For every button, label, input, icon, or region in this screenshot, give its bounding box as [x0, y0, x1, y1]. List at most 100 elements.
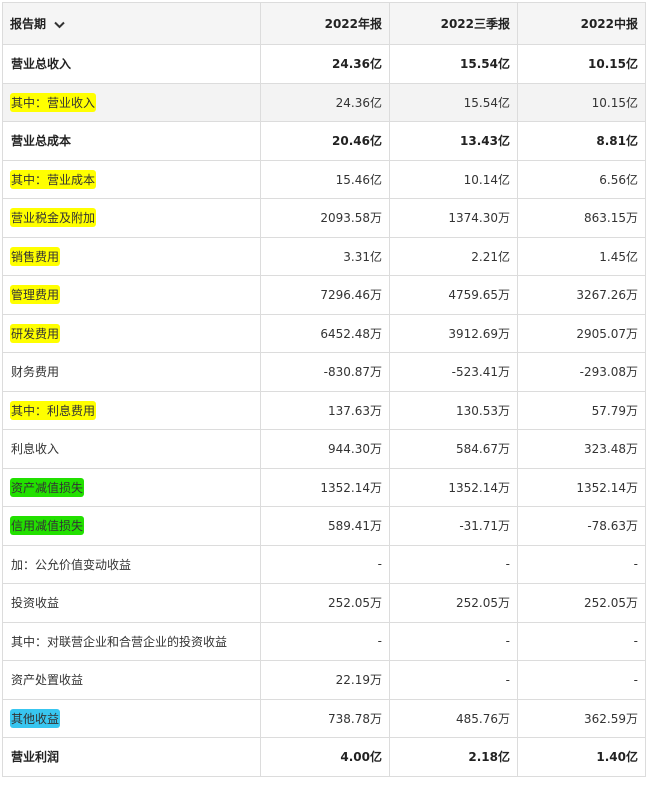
- table-row: 投资收益 252.05万 252.05万 252.05万: [2, 583, 646, 623]
- table-row: 信用减值损失 589.41万 -31.71万 -78.63万: [2, 506, 646, 546]
- value-cell: 6.56亿: [517, 159, 646, 199]
- value-cell: 22.19万: [260, 660, 390, 700]
- value-cell: 13.43亿: [389, 121, 518, 161]
- row-label: 管理费用: [10, 285, 61, 305]
- row-label-cell: 投资收益: [2, 583, 261, 623]
- value-cell: 584.67万: [389, 429, 518, 469]
- table-row: 其中：营业收入 24.36亿 15.54亿 10.15亿: [2, 82, 646, 122]
- row-label-cell: 营业利润: [2, 737, 261, 777]
- table-header-row: 报告期 2022年报 2022三季报 2022中报: [2, 2, 646, 45]
- row-label: 营业税金及附加: [10, 208, 97, 228]
- value-cell: 863.15万: [517, 198, 646, 238]
- value-cell: 15.46亿: [260, 159, 390, 199]
- row-label-cell: 营业总成本: [2, 121, 261, 161]
- period-label: 报告期: [10, 17, 47, 31]
- row-label: 营业总成本: [11, 134, 72, 149]
- column-header-2022-interim[interactable]: 2022中报: [517, 2, 646, 45]
- value-cell: 3267.26万: [517, 275, 646, 315]
- row-label: 信用减值损失: [10, 516, 85, 536]
- table-row: 营业利润 4.00亿 2.18亿 1.40亿: [2, 737, 646, 777]
- row-label: 营业利润: [11, 750, 60, 765]
- table-row: 其中：对联营企业和合营企业的投资收益 - - -: [2, 621, 646, 661]
- value-cell: 3912.69万: [389, 313, 518, 353]
- value-cell: 2.18亿: [389, 737, 518, 777]
- table-row: 其中：营业成本 15.46亿 10.14亿 6.56亿: [2, 159, 646, 199]
- row-label: 其中：利息费用: [10, 400, 97, 420]
- period-dropdown[interactable]: 报告期: [2, 2, 261, 45]
- row-label: 利息收入: [11, 442, 60, 457]
- value-cell: 1.45亿: [517, 236, 646, 276]
- value-cell: 2093.58万: [260, 198, 390, 238]
- column-header-2022-q3[interactable]: 2022三季报: [389, 2, 518, 45]
- row-label: 资产处置收益: [11, 673, 84, 688]
- value-cell: 20.46亿: [260, 121, 390, 161]
- row-label-cell: 研发费用: [2, 313, 261, 353]
- value-cell: 7296.46万: [260, 275, 390, 315]
- column-header-2022-annual[interactable]: 2022年报: [260, 2, 390, 45]
- value-cell: -293.08万: [517, 352, 646, 392]
- row-label: 其他收益: [10, 708, 61, 728]
- value-cell: 362.59万: [517, 698, 646, 738]
- value-cell: 4.00亿: [260, 737, 390, 777]
- table-row: 销售费用 3.31亿 2.21亿 1.45亿: [2, 236, 646, 276]
- row-label: 财务费用: [11, 365, 60, 380]
- value-cell: 252.05万: [260, 583, 390, 623]
- row-label-cell: 营业税金及附加: [2, 198, 261, 238]
- value-cell: 10.15亿: [517, 82, 646, 122]
- row-label-cell: 其中：营业成本: [2, 159, 261, 199]
- table-row: 利息收入 944.30万 584.67万 323.48万: [2, 429, 646, 469]
- row-label-cell: 资产减值损失: [2, 467, 261, 507]
- row-label: 销售费用: [10, 246, 61, 266]
- value-cell: 137.63万: [260, 390, 390, 430]
- value-cell: 1352.14万: [389, 467, 518, 507]
- value-cell: 1.40亿: [517, 737, 646, 777]
- table-row: 营业总收入 24.36亿 15.54亿 10.15亿: [2, 44, 646, 84]
- value-cell: 24.36亿: [260, 82, 390, 122]
- row-label: 加：公允价值变动收益: [11, 557, 132, 572]
- value-cell: 10.15亿: [517, 44, 646, 84]
- value-cell: 15.54亿: [389, 44, 518, 84]
- table-row: 研发费用 6452.48万 3912.69万 2905.07万: [2, 313, 646, 353]
- value-cell: 24.36亿: [260, 44, 390, 84]
- value-cell: -: [260, 544, 390, 584]
- value-cell: 738.78万: [260, 698, 390, 738]
- row-label: 资产减值损失: [10, 477, 85, 497]
- row-label-cell: 资产处置收益: [2, 660, 261, 700]
- row-label: 其中：对联营企业和合营企业的投资收益: [11, 634, 228, 649]
- value-cell: 323.48万: [517, 429, 646, 469]
- value-cell: 589.41万: [260, 506, 390, 546]
- value-cell: -: [517, 544, 646, 584]
- row-label-cell: 销售费用: [2, 236, 261, 276]
- value-cell: -: [389, 621, 518, 661]
- value-cell: -: [517, 621, 646, 661]
- value-cell: 2905.07万: [517, 313, 646, 353]
- row-label: 投资收益: [11, 596, 60, 611]
- value-cell: -: [260, 621, 390, 661]
- table-row: 其中：利息费用 137.63万 130.53万 57.79万: [2, 390, 646, 430]
- value-cell: 8.81亿: [517, 121, 646, 161]
- value-cell: -: [389, 660, 518, 700]
- value-cell: -: [389, 544, 518, 584]
- row-label-cell: 利息收入: [2, 429, 261, 469]
- row-label-cell: 加：公允价值变动收益: [2, 544, 261, 584]
- row-label-cell: 营业总收入: [2, 44, 261, 84]
- value-cell: 4759.65万: [389, 275, 518, 315]
- table-row: 其他收益 738.78万 485.76万 362.59万: [2, 698, 646, 738]
- row-label: 研发费用: [10, 323, 61, 343]
- value-cell: 10.14亿: [389, 159, 518, 199]
- value-cell: 252.05万: [517, 583, 646, 623]
- table-row: 财务费用 -830.87万 -523.41万 -293.08万: [2, 352, 646, 392]
- value-cell: -31.71万: [389, 506, 518, 546]
- row-label: 其中：营业收入: [10, 92, 97, 112]
- value-cell: 1352.14万: [517, 467, 646, 507]
- income-statement-panel: 报告期 2022年报 2022三季报 2022中报 营业总收入 24.36亿 15.…: [0, 0, 647, 791]
- value-cell: 3.31亿: [260, 236, 390, 276]
- value-cell: 57.79万: [517, 390, 646, 430]
- row-label-cell: 其中：营业收入: [2, 82, 261, 122]
- value-cell: 944.30万: [260, 429, 390, 469]
- table-row: 资产处置收益 22.19万 - -: [2, 660, 646, 700]
- table-row: 营业总成本 20.46亿 13.43亿 8.81亿: [2, 121, 646, 161]
- value-cell: -: [517, 660, 646, 700]
- row-label: 营业总收入: [11, 57, 72, 72]
- row-label-cell: 财务费用: [2, 352, 261, 392]
